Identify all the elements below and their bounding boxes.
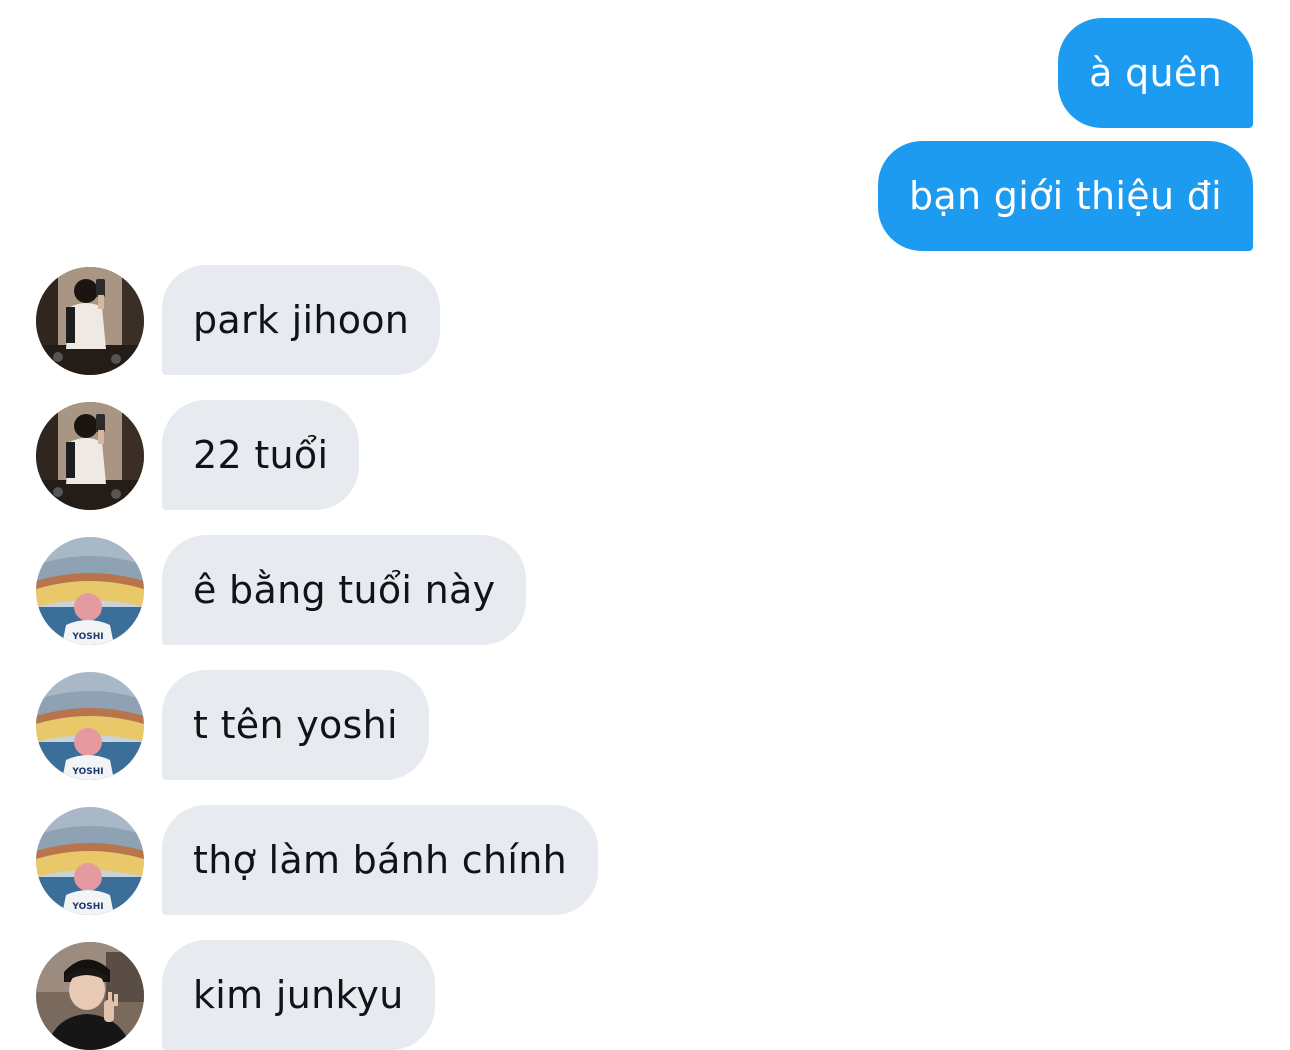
received-message-bubble[interactable]: ê bằng tuổi này <box>162 535 527 645</box>
avatar-photo-stadium-icon: YOSHI <box>36 537 144 645</box>
message-text: à quên <box>1089 51 1222 95</box>
message-text: thợ làm bánh chính <box>193 838 568 882</box>
received-message-bubble[interactable]: t tên yoshi <box>162 670 429 780</box>
svg-text:YOSHI: YOSHI <box>71 767 103 777</box>
chat-thread: à quên bạn giới thiệu đi park jihoon 22 … <box>0 0 1290 1050</box>
avatar[interactable] <box>36 267 144 375</box>
avatar-photo-stadium-icon: YOSHI <box>36 807 144 915</box>
received-message-bubble[interactable]: thợ làm bánh chính <box>162 805 599 915</box>
svg-text:YOSHI: YOSHI <box>71 902 103 912</box>
message-text: park jihoon <box>193 298 410 342</box>
svg-text:YOSHI: YOSHI <box>71 632 103 642</box>
avatar-photo-mirror-selfie-icon <box>36 267 144 375</box>
avatar[interactable]: YOSHI <box>36 807 144 915</box>
avatar-photo-portrait-icon <box>36 942 144 1050</box>
message-text: ê bằng tuổi này <box>193 568 496 612</box>
avatar-photo-mirror-selfie-icon <box>36 402 144 510</box>
message-text: kim junkyu <box>193 973 404 1017</box>
avatar[interactable]: YOSHI <box>36 537 144 645</box>
received-message-bubble[interactable]: park jihoon <box>162 265 441 375</box>
message-text: 22 tuổi <box>193 433 329 477</box>
avatar-photo-stadium-icon: YOSHI <box>36 672 144 780</box>
received-message-bubble[interactable]: kim junkyu <box>162 940 435 1050</box>
message-text: bạn giới thiệu đi <box>909 174 1222 218</box>
sent-message-bubble[interactable]: bạn giới thiệu đi <box>878 141 1253 251</box>
sent-message-bubble[interactable]: à quên <box>1058 18 1253 128</box>
avatar[interactable]: YOSHI <box>36 672 144 780</box>
message-text: t tên yoshi <box>193 703 398 747</box>
avatar[interactable] <box>36 942 144 1050</box>
avatar[interactable] <box>36 402 144 510</box>
received-message-bubble[interactable]: 22 tuổi <box>162 400 360 510</box>
